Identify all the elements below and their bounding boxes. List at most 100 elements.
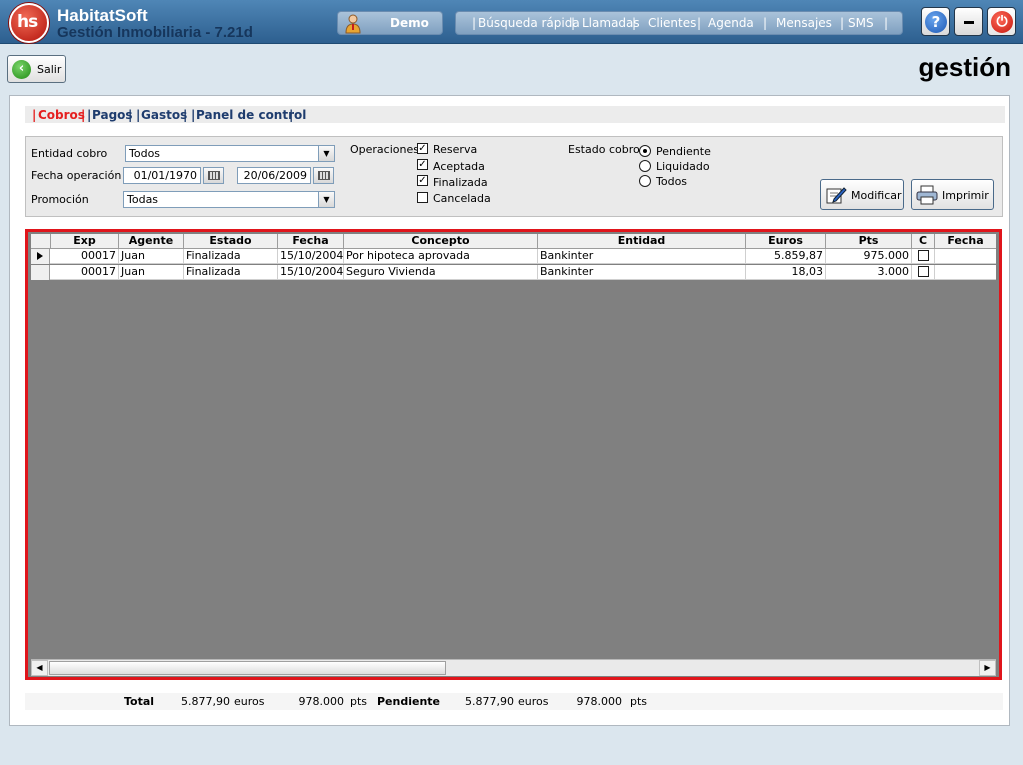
col-header[interactable]: Fecha: [278, 234, 344, 249]
nav-separator: |: [884, 16, 889, 30]
cell-agente: Juan: [119, 265, 184, 280]
pendiente-label: Pendiente: [656, 145, 711, 158]
entidad-label: Entidad cobro: [31, 147, 108, 160]
cell-fecha: 15/10/2004: [280, 249, 344, 264]
cancelada-checkbox[interactable]: [417, 192, 428, 203]
main-nav: | Búsqueda rápida | Llamadas | Clientes …: [455, 11, 903, 35]
tab-cobros[interactable]: Cobros: [38, 108, 85, 122]
power-button[interactable]: ⏻: [987, 7, 1016, 36]
todos-radio[interactable]: [639, 175, 651, 187]
row-indicator: [31, 265, 50, 280]
pendiente-euros: 5.877,90: [465, 695, 514, 708]
totals-bar: Total 5.877,90 euros 978.000 pts Pendien…: [25, 693, 1003, 710]
nav-clientes[interactable]: Clientes: [648, 16, 696, 30]
chevron-down-icon[interactable]: ▼: [318, 146, 334, 161]
top-bar: hs HabitatSoft Gestión Inmobiliaria - 7.…: [0, 0, 1023, 44]
pendiente-radio[interactable]: [639, 145, 651, 157]
nav-sms[interactable]: SMS: [848, 16, 874, 30]
pendiente-euros-unit: euros: [518, 695, 549, 708]
help-icon: ?: [925, 11, 947, 33]
col-header[interactable]: Entidad: [538, 234, 746, 249]
modificar-button[interactable]: Modificar: [820, 179, 904, 210]
tab-separator: |: [128, 108, 133, 122]
cobros-grid: Exp Agente Estado Fecha Concepto Entidad…: [25, 229, 1002, 680]
scroll-thumb[interactable]: [49, 661, 446, 675]
nav-separator: |: [472, 16, 477, 30]
col-header[interactable]: Agente: [119, 234, 184, 249]
fecha-desde-input[interactable]: 01/01/1970: [123, 167, 201, 184]
horizontal-scrollbar[interactable]: ◀ ▶: [31, 659, 996, 676]
cell-fecha2: [935, 249, 996, 264]
nav-separator: |: [632, 16, 637, 30]
minimize-icon: [964, 21, 974, 24]
tab-gastos[interactable]: Gastos: [141, 108, 187, 122]
aceptada-label: Aceptada: [433, 160, 485, 173]
table-row[interactable]: 00017 Juan Finalizada 15/10/2004 Seguro …: [31, 265, 996, 280]
nav-mensajes[interactable]: Mensajes: [776, 16, 832, 30]
row-checkbox[interactable]: [918, 250, 929, 261]
nav-busqueda-rapida[interactable]: Búsqueda rápida: [478, 16, 580, 30]
col-header[interactable]: Estado: [184, 234, 278, 249]
user-button[interactable]: Demo: [337, 11, 443, 35]
pendiente-pts-unit: pts: [630, 695, 648, 708]
cell-estado: Finalizada: [184, 265, 278, 280]
col-header[interactable]: Pts: [826, 234, 912, 249]
exit-label: Salir: [37, 63, 62, 76]
calendar-desde-button[interactable]: [203, 167, 224, 184]
entidad-select[interactable]: Todos ▼: [125, 145, 335, 162]
app-subtitle: Gestión Inmobiliaria - 7.21d: [57, 24, 253, 41]
todos-label: Todos: [656, 175, 688, 188]
cell-concepto: Por hipoteca aprovada: [344, 249, 538, 264]
nav-llamadas[interactable]: Llamadas: [582, 16, 640, 30]
cell-pts: 3.000: [826, 265, 912, 280]
edit-icon: [826, 187, 847, 204]
nav-agenda[interactable]: Agenda: [708, 16, 754, 30]
chevron-down-icon[interactable]: ▼: [318, 192, 334, 207]
app-title: HabitatSoft: [57, 6, 148, 25]
col-header[interactable]: Exp: [51, 234, 119, 249]
logo-text: hs: [17, 12, 38, 32]
total-pts-unit: pts: [350, 695, 368, 708]
reserva-checkbox[interactable]: ✓: [417, 143, 428, 154]
help-button[interactable]: ?: [921, 7, 950, 36]
col-header[interactable]: Fecha: [935, 234, 996, 249]
power-icon: ⏻: [991, 11, 1013, 33]
cell-euros: 18,03: [746, 265, 826, 280]
row-checkbox[interactable]: [918, 266, 929, 277]
page-heading: gestión: [918, 52, 1011, 82]
exit-button[interactable]: ‹ Salir: [7, 55, 66, 83]
calendar-icon: [208, 171, 220, 180]
aceptada-checkbox[interactable]: ✓: [417, 159, 428, 170]
tab-bar: | Cobros | | Pagos | | Gastos | | Panel …: [25, 106, 1005, 123]
cell-concepto: Seguro Vivienda: [344, 265, 538, 280]
finalizada-checkbox[interactable]: ✓: [417, 175, 428, 186]
col-header[interactable]: Concepto: [344, 234, 538, 249]
row-indicator-icon: [31, 249, 50, 264]
tab-pagos[interactable]: Pagos: [92, 108, 133, 122]
nav-separator: |: [697, 16, 702, 30]
col-header[interactable]: C: [912, 234, 935, 249]
fecha-hasta-input[interactable]: 20/06/2009: [237, 167, 311, 184]
promocion-value: Todas: [127, 193, 159, 206]
estado-cobro-label: Estado cobro: [568, 143, 640, 156]
cell-pts: 975.000: [826, 249, 912, 264]
imprimir-button[interactable]: Imprimir: [911, 179, 994, 210]
cell-c: [912, 265, 935, 280]
cell-fecha2: [935, 265, 996, 280]
table-row[interactable]: 00017 Juan Finalizada 15/10/2004 Por hip…: [31, 249, 996, 264]
back-arrow-icon: ‹: [12, 60, 31, 79]
promocion-select[interactable]: Todas ▼: [123, 191, 335, 208]
calendar-hasta-button[interactable]: [313, 167, 334, 184]
scroll-right-icon[interactable]: ▶: [979, 660, 996, 676]
printer-icon: [916, 185, 938, 205]
pendiente-pts: 978.000: [576, 695, 623, 708]
user-name: Demo: [390, 16, 429, 30]
tab-separator: |: [289, 108, 294, 122]
scroll-left-icon[interactable]: ◀: [31, 660, 48, 676]
fecha-label: Fecha operación: [31, 169, 122, 182]
total-euros-unit: euros: [234, 695, 265, 708]
minimize-button[interactable]: [954, 7, 983, 36]
col-header[interactable]: Euros: [746, 234, 826, 249]
calendar-icon: [318, 171, 330, 180]
liquidado-radio[interactable]: [639, 160, 651, 172]
